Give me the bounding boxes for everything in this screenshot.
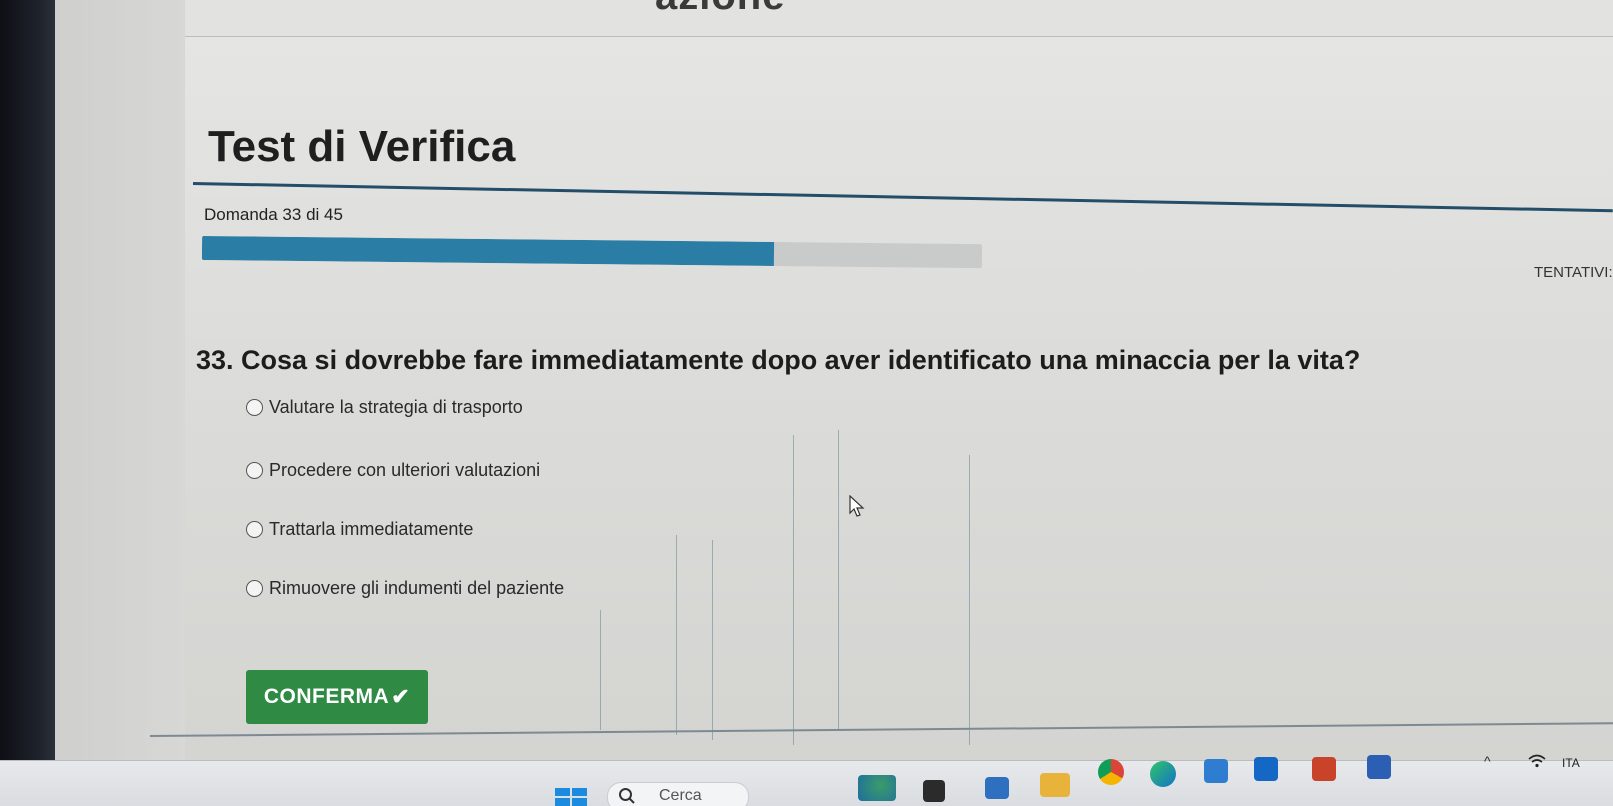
- powerpoint-icon[interactable]: [1312, 757, 1336, 781]
- task-view-icon[interactable]: [923, 780, 945, 802]
- screen-glare: [838, 430, 839, 730]
- file-explorer-icon[interactable]: [1040, 773, 1070, 797]
- screen-glare: [712, 540, 713, 740]
- screen-glare: [793, 435, 794, 745]
- confirm-button[interactable]: CONFERMA ✔: [246, 670, 428, 724]
- radio-button[interactable]: [246, 521, 263, 538]
- answer-label: Valutare la strategia di trasporto: [269, 397, 523, 417]
- chevron-up-icon[interactable]: ^: [1484, 753, 1491, 769]
- site-header: azione: [185, 0, 1613, 37]
- search-placeholder: Cerca: [659, 787, 702, 804]
- search-icon: [619, 788, 635, 804]
- screen-glare: [676, 535, 677, 735]
- page-side-margin: [55, 0, 185, 770]
- monitor-bezel: [0, 0, 55, 806]
- page-title: Test di Verifica: [208, 122, 516, 171]
- store-icon[interactable]: [1204, 759, 1228, 783]
- answer-option[interactable]: Valutare la strategia di trasporto: [246, 397, 523, 418]
- answer-option[interactable]: Procedere con ulteriori valutazioni: [246, 460, 540, 481]
- start-icon[interactable]: [555, 788, 587, 806]
- answer-option[interactable]: Rimuovere gli indumenti del paziente: [246, 578, 564, 599]
- footer-divider: [149, 722, 1613, 737]
- answer-option[interactable]: Trattarla immediatamente: [246, 519, 473, 540]
- check-icon: ✔: [391, 684, 411, 709]
- wifi-icon[interactable]: [1528, 754, 1546, 768]
- answer-label: Procedere con ulteriori valutazioni: [269, 460, 541, 480]
- monitor-screen: azione Test di Verifica Domanda 33 di 45…: [0, 0, 1613, 806]
- question-counter: Domanda 33 di 45: [204, 205, 343, 224]
- mouse-pointer-icon: [849, 495, 865, 517]
- meet-icon[interactable]: [985, 777, 1009, 799]
- answer-label: Rimuovere gli indumenti del paziente: [269, 578, 565, 598]
- answer-label: Trattarla immediatamente: [269, 519, 474, 539]
- language-indicator[interactable]: ITA: [1562, 756, 1580, 770]
- attempts-label: TENTATIVI:: [1534, 264, 1613, 281]
- radio-button[interactable]: [246, 580, 263, 597]
- title-divider: [192, 182, 1613, 213]
- radio-button[interactable]: [246, 462, 263, 479]
- progress-bar: [201, 236, 983, 269]
- outlook-icon[interactable]: [1254, 757, 1278, 781]
- weather-icon[interactable]: [858, 775, 896, 801]
- edge-icon[interactable]: [1150, 761, 1176, 787]
- chrome-icon[interactable]: [1098, 759, 1124, 785]
- screen-glare: [969, 455, 970, 745]
- header-title: azione: [655, 0, 785, 19]
- progress-fill: [201, 236, 774, 266]
- word-icon[interactable]: [1367, 755, 1391, 779]
- radio-button[interactable]: [246, 399, 263, 416]
- question-text: 33. Cosa si dovrebbe fare immediatamente…: [196, 345, 1361, 375]
- screen-glare: [600, 610, 601, 730]
- confirm-label: CONFERMA: [263, 685, 390, 708]
